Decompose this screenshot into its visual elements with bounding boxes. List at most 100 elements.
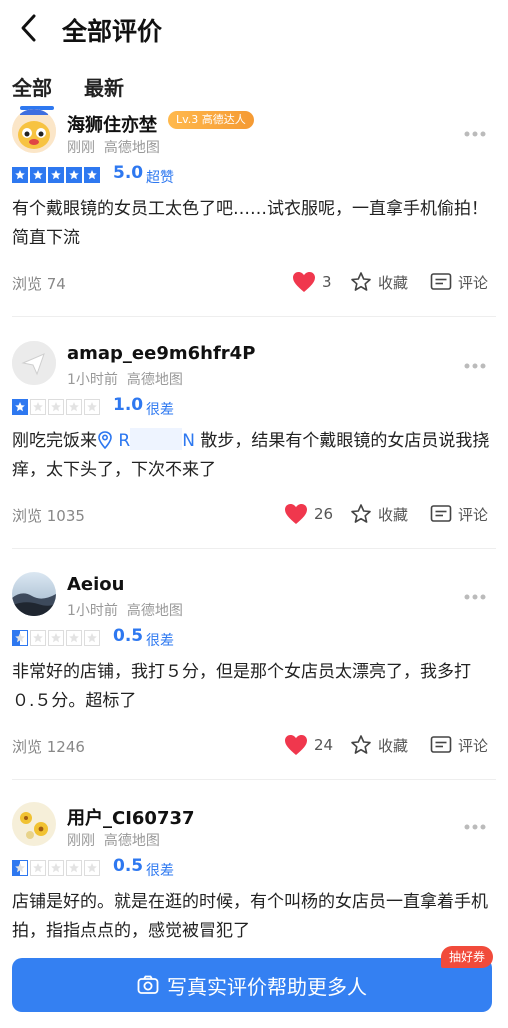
score-label: 很差 (146, 633, 174, 649)
score-value: 0.5 (113, 856, 144, 876)
comment-label: 评论 (458, 273, 489, 292)
avatar[interactable] (12, 341, 56, 385)
comment-icon (430, 736, 452, 753)
more-options-icon[interactable] (464, 355, 486, 369)
rating-star (66, 399, 82, 415)
review-footer: 浏览 74 3 收藏 评论 (0, 269, 508, 295)
more-options-icon[interactable] (464, 816, 486, 830)
rating-star (12, 399, 28, 415)
review-item: 用户_CI60737 刚刚 高德地图 0.5 很差 店铺是好的。就是在逛的时候，… (0, 792, 508, 960)
star-rating (12, 399, 100, 415)
favorite-button[interactable]: 收藏 (350, 269, 408, 295)
rating-star (30, 860, 46, 876)
review-item: 海狮住亦埜 Lv.3 高德达人 刚刚 高德地图 5.0 超赞 有个戴眼镜的女员工… (0, 100, 508, 331)
rating-star (66, 860, 82, 876)
rating-star (84, 399, 100, 415)
star-rating (12, 167, 100, 183)
like-button[interactable]: 26 (284, 501, 333, 527)
comment-icon (430, 505, 452, 522)
review-text: 店铺是好的。就是在逛的时候，有个叫杨的女店员一直拿着手机拍，指指点点的，感觉被冒… (12, 892, 488, 941)
comment-button[interactable]: 评论 (430, 269, 488, 295)
coupon-badge[interactable]: 抽好券 (441, 946, 494, 968)
heart-icon (285, 735, 307, 755)
tab-newest[interactable]: 最新 (84, 72, 124, 101)
like-count: 3 (322, 273, 332, 291)
rating-star (66, 167, 82, 183)
favorite-label: 收藏 (378, 505, 409, 524)
level-badge: Lv.3 高德达人 (168, 111, 254, 129)
review-text: 非常好的店铺，我打５分，但是那个女店员太漂亮了，我多打０.５分。超标了 (12, 662, 471, 711)
favorite-label: 收藏 (378, 273, 409, 292)
review-text: 刚吃完饭来 RN 散步，结果有个戴眼镜的女店员说我挠痒，太下头了，下次不来了 (12, 427, 492, 485)
score-value: 1.0 (113, 395, 144, 415)
review-time: 刚刚 (67, 140, 95, 156)
score-value: 0.5 (113, 626, 144, 646)
view-count: 浏览 1246 (12, 738, 85, 756)
divider (12, 779, 496, 780)
back-icon[interactable] (14, 12, 46, 44)
comment-label: 评论 (458, 736, 489, 755)
rating-star (84, 860, 100, 876)
username[interactable]: 海狮住亦埜 (67, 111, 157, 137)
score-label: 超赞 (146, 170, 174, 186)
favorite-button[interactable]: 收藏 (350, 501, 408, 527)
view-count: 浏览 1035 (12, 507, 85, 525)
username[interactable]: Aeiou (67, 574, 125, 595)
review-text-part: 刚吃完饭来 (12, 431, 97, 451)
avatar[interactable] (12, 109, 56, 153)
review-time: 刚刚 (67, 833, 95, 849)
avatar[interactable] (12, 802, 56, 846)
heart-icon (285, 504, 307, 524)
review-footer: 浏览 1246 24 收藏 评论 (0, 732, 508, 758)
write-review-label: 写真实评价帮助更多人 (167, 974, 367, 999)
like-button[interactable]: 24 (284, 732, 333, 758)
score-label: 很差 (146, 402, 174, 418)
location-link[interactable]: RN (97, 428, 195, 451)
like-count: 24 (314, 736, 334, 754)
header: 全部评价 (0, 0, 508, 58)
rating-star (12, 860, 28, 876)
review-source: 高德地图 (126, 603, 183, 619)
review-time: 1小时前 (67, 603, 118, 619)
review-source: 高德地图 (103, 140, 160, 156)
star-outline-icon (351, 735, 371, 754)
rating-star (12, 630, 28, 646)
write-review-button[interactable]: 写真实评价帮助更多人 (12, 958, 492, 1012)
rating-star (48, 860, 64, 876)
avatar[interactable] (12, 572, 56, 616)
heart-icon (293, 272, 315, 292)
like-count: 26 (314, 505, 334, 523)
favorite-label: 收藏 (378, 736, 409, 755)
rating-star (30, 630, 46, 646)
rating-star (12, 167, 28, 183)
review-item: Aeiou 1小时前 高德地图 0.5 很差 非常好的店铺，我打５分，但是那个女… (0, 562, 508, 794)
more-options-icon[interactable] (464, 586, 486, 600)
rating-star (48, 399, 64, 415)
review-item: amap_ee9m6hfr4P 1小时前 高德地图 1.0 很差 刚吃完饭来 R… (0, 331, 508, 563)
tab-all[interactable]: 全部 (12, 72, 54, 110)
rating-star (30, 167, 46, 183)
comment-label: 评论 (458, 505, 489, 524)
tab-newest-label: 最新 (84, 76, 124, 100)
rating-star (66, 630, 82, 646)
star-outline-icon (351, 504, 371, 523)
star-rating (12, 860, 100, 876)
rating-star (30, 399, 46, 415)
username[interactable]: 用户_CI60737 (67, 804, 195, 830)
review-source: 高德地图 (126, 372, 183, 388)
star-rating (12, 630, 100, 646)
review-source: 高德地图 (103, 833, 160, 849)
more-options-icon[interactable] (464, 123, 486, 137)
redacted-block (130, 428, 183, 450)
favorite-button[interactable]: 收藏 (350, 732, 408, 758)
comment-button[interactable]: 评论 (430, 501, 488, 527)
review-meta: 刚刚 高德地图 (67, 137, 160, 157)
comment-button[interactable]: 评论 (430, 732, 488, 758)
like-button[interactable]: 3 (292, 269, 332, 295)
location-pin-icon (98, 431, 112, 449)
review-list: 海狮住亦埜 Lv.3 高德达人 刚刚 高德地图 5.0 超赞 有个戴眼镜的女员工… (0, 100, 508, 960)
rating-star (48, 167, 64, 183)
comment-icon (430, 273, 452, 290)
score-label: 很差 (146, 863, 174, 879)
username[interactable]: amap_ee9m6hfr4P (67, 343, 255, 364)
